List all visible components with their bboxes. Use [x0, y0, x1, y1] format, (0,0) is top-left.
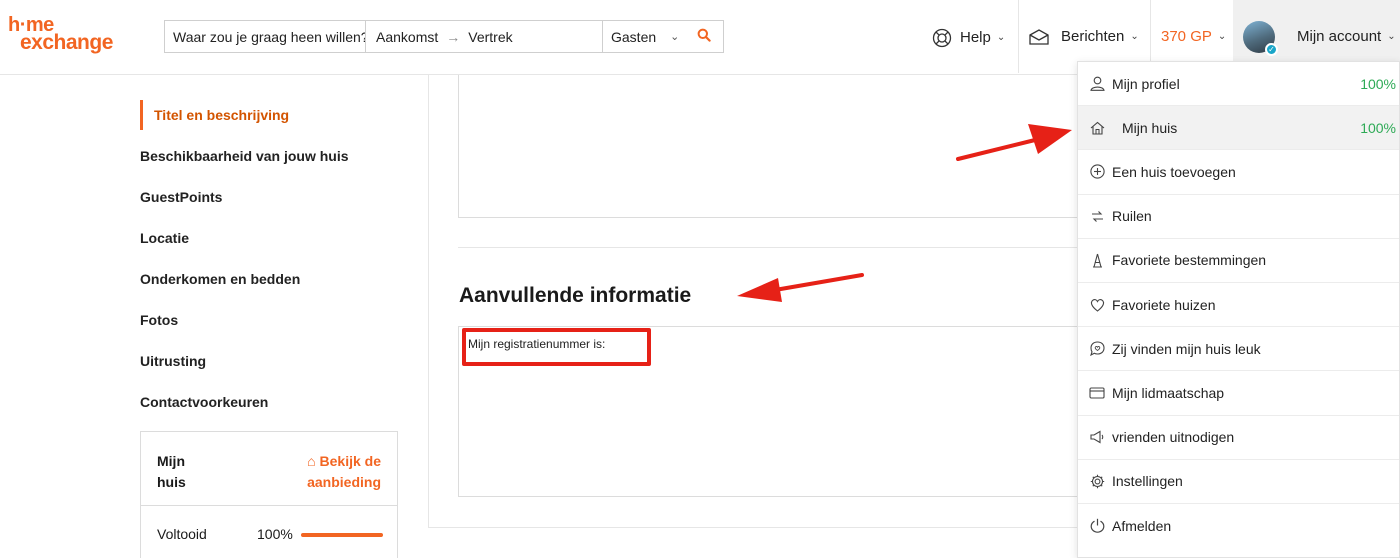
- menu-item-label: Ruilen: [1112, 208, 1152, 225]
- menu-item-label: Mijn profiel: [1112, 75, 1180, 92]
- plus-circle-icon: [1088, 164, 1106, 180]
- chevron-down-icon: ⌄: [996, 32, 1006, 43]
- avatar: ✓: [1243, 20, 1278, 56]
- completion-percent: 100%: [257, 526, 293, 542]
- departure-label: Vertrek: [468, 28, 513, 45]
- menu-item-membership[interactable]: Mijn lidmaatschap: [1078, 371, 1399, 416]
- logo-line-2: exchange: [20, 31, 113, 54]
- home-completion: 100%: [1360, 119, 1396, 136]
- menu-item-profile[interactable]: Mijn profiel 100%: [1078, 62, 1399, 107]
- listing-sidebar: Titel en beschrijving Beschikbaarheid va…: [140, 100, 400, 428]
- gear-icon: [1088, 474, 1106, 489]
- help-label: Help: [960, 29, 991, 46]
- profile-completion: 100%: [1360, 75, 1396, 92]
- sidebar-item-beds[interactable]: Onderkomen en bedden: [140, 264, 400, 305]
- power-icon: [1088, 518, 1106, 534]
- menu-item-exchange[interactable]: Ruilen: [1078, 195, 1399, 239]
- sidebar-item-guestpoints[interactable]: GuestPoints: [140, 182, 400, 223]
- chevron-down-icon: ⌄: [1217, 31, 1227, 42]
- menu-item-invite-friends[interactable]: vrienden uitnodigen: [1078, 416, 1399, 460]
- arrow-right-icon: →: [446, 28, 461, 45]
- home-icon: ⌂: [307, 453, 320, 469]
- homeexchange-logo[interactable]: h·me exchange: [8, 15, 113, 54]
- help-menu[interactable]: Help ⌄: [932, 0, 1005, 75]
- sidebar-item-contact[interactable]: Contactvoorkeuren: [140, 387, 400, 428]
- guests-selector[interactable]: Gasten ⌄: [603, 21, 723, 52]
- sidebar-item-title[interactable]: Titel en beschrijving: [140, 100, 400, 130]
- menu-item-favorite-homes[interactable]: Favoriete huizen: [1078, 283, 1399, 328]
- section-title: Aanvullende informatie: [459, 284, 692, 307]
- destination-input[interactable]: Waar zou je graag heen willen?: [165, 21, 366, 52]
- arrival-label: Aankomst: [376, 28, 439, 45]
- swap-icon: [1088, 209, 1106, 224]
- sidebar-item-availability[interactable]: Beschikbaarheid van jouw huis: [140, 141, 400, 182]
- account-label: Mijn account: [1297, 28, 1382, 45]
- sidebar-item-equipment[interactable]: Uitrusting: [140, 346, 400, 387]
- verified-icon: ✓: [1265, 42, 1278, 56]
- chevron-down-icon: ⌄: [1130, 31, 1139, 42]
- menu-item-label: Favoriete huizen: [1112, 296, 1216, 313]
- chevron-down-icon: ⌄: [1387, 31, 1396, 42]
- user-icon: [1088, 76, 1106, 91]
- description-textarea[interactable]: [458, 75, 1088, 218]
- card-icon: [1088, 387, 1106, 399]
- envelope-icon: [1029, 28, 1049, 45]
- menu-item-label: vrienden uitnodigen: [1112, 429, 1235, 446]
- menu-item-settings[interactable]: Instellingen: [1078, 460, 1399, 504]
- card-title: Mijn huis: [157, 453, 186, 490]
- search-bar: Waar zou je graag heen willen? Aankomst …: [164, 20, 724, 53]
- menu-item-label: Favoriete bestemmingen: [1112, 252, 1267, 269]
- guestpoints-value: 370 GP: [1161, 28, 1212, 45]
- dates-selector[interactable]: Aankomst → Vertrek: [366, 21, 603, 52]
- megaphone-icon: [1088, 430, 1106, 444]
- sidebar-item-location[interactable]: Locatie: [140, 223, 400, 264]
- completion-progress-bar: [301, 533, 383, 537]
- search-icon[interactable]: [697, 28, 712, 45]
- completion-label: Voltooid: [157, 526, 207, 542]
- menu-item-label: Mijn huis: [1122, 119, 1178, 136]
- menu-item-label: Afmelden: [1112, 517, 1172, 534]
- speech-heart-icon: [1088, 341, 1106, 357]
- section-divider: [458, 247, 1088, 248]
- guests-label: Gasten: [611, 28, 657, 45]
- chevron-down-icon: ⌄: [670, 31, 680, 43]
- heart-icon: [1088, 298, 1106, 312]
- menu-item-label: Een huis toevoegen: [1112, 163, 1236, 180]
- view-listing-link[interactable]: ⌂ Bekijk de aanbieding: [271, 451, 381, 493]
- destination-placeholder: Waar zou je graag heen willen?: [173, 28, 366, 45]
- my-home-card: Mijn huis ⌂ Bekijk de aanbieding Voltooi…: [140, 431, 398, 558]
- home-icon: [1088, 121, 1106, 135]
- messages-label: Berichten: [1061, 28, 1125, 45]
- menu-item-favorite-destinations[interactable]: Favoriete bestemmingen: [1078, 239, 1399, 283]
- menu-item-my-home[interactable]: Mijn huis 100%: [1078, 106, 1399, 151]
- sidebar-item-photos[interactable]: Fotos: [140, 305, 400, 346]
- menu-item-logout[interactable]: Afmelden: [1078, 504, 1399, 548]
- menu-item-they-like-my-home[interactable]: Zij vinden mijn huis leuk: [1078, 327, 1399, 372]
- landmark-icon: [1088, 253, 1106, 268]
- annotation-highlight-box: [462, 328, 651, 366]
- menu-item-label: Instellingen: [1112, 473, 1183, 490]
- menu-item-label: Zij vinden mijn huis leuk: [1112, 340, 1261, 357]
- menu-item-label: Mijn lidmaatschap: [1112, 384, 1225, 401]
- lifebuoy-icon: [932, 28, 952, 48]
- menu-item-add-home[interactable]: Een huis toevoegen: [1078, 150, 1399, 195]
- account-dropdown-menu: Mijn profiel 100% Mijn huis 100% Een hui…: [1077, 61, 1400, 558]
